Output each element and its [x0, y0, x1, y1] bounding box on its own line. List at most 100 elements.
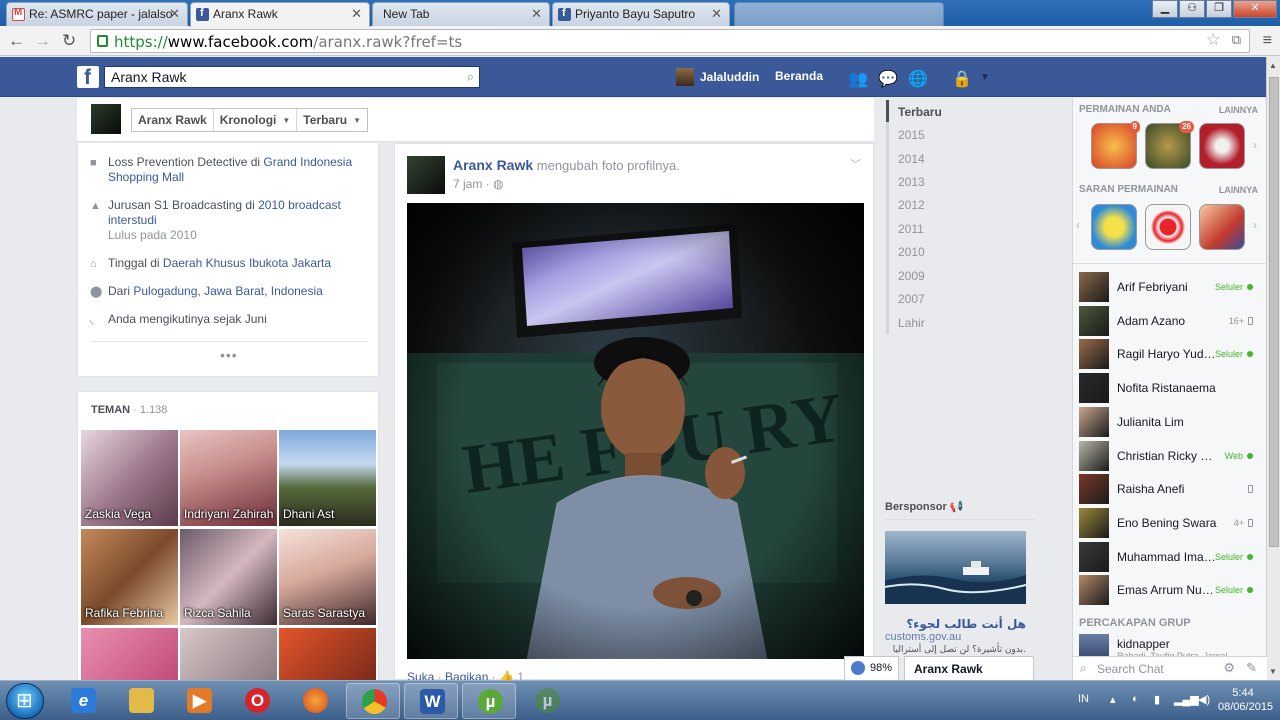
utorrent-icon[interactable]: µ — [462, 683, 516, 719]
tab-gmail[interactable]: Re: ASMRC paper - jalalso ✕ — [6, 2, 188, 26]
battery-icon[interactable]: ▮ — [1154, 693, 1160, 706]
year-item[interactable]: 2012 — [898, 198, 925, 212]
friend-tile[interactable]: Zaskia Vega — [81, 430, 178, 526]
clock[interactable]: 5:44 08/06/2015 — [1218, 686, 1273, 714]
games-more-link[interactable]: LAINNYA — [1219, 105, 1258, 115]
close-icon[interactable]: ✕ — [531, 6, 542, 22]
suggest-more-link[interactable]: LAINNYA — [1219, 185, 1258, 195]
friend-tile[interactable]: Saras Sarastya — [279, 529, 376, 625]
facebook-logo-icon[interactable] — [77, 66, 99, 90]
word-icon[interactable]: W — [404, 683, 458, 719]
gear-icon[interactable]: ⚙ — [1223, 660, 1235, 676]
close-icon[interactable]: ✕ — [169, 6, 180, 22]
poker-pro-icon[interactable] — [1199, 204, 1245, 250]
chat-contact[interactable]: Arif Febriyani Seluler — [1079, 272, 1259, 302]
user-profile-link[interactable]: Jalaluddin — [676, 68, 759, 86]
ad-image[interactable] — [885, 531, 1026, 604]
year-item[interactable]: Terbaru — [898, 105, 942, 119]
minimize-button[interactable]: ▁ — [1152, 0, 1178, 18]
utorrent-icon-2[interactable]: µ — [520, 683, 574, 719]
year-item[interactable]: 2015 — [898, 128, 925, 142]
tray-app-icon[interactable]: ◐ — [1132, 693, 1139, 705]
strategy-game-icon[interactable]: 26 — [1145, 121, 1194, 169]
poker-game-icon[interactable] — [1199, 123, 1245, 169]
media-player-icon[interactable]: ▶ — [172, 683, 226, 719]
crumb-profile[interactable]: Aranx Rawk — [132, 109, 214, 131]
chat-contact[interactable]: Adam Azano 16+ — [1079, 305, 1259, 336]
opera-icon[interactable]: O — [230, 683, 284, 719]
ad-domain[interactable]: customs.gov.au — [885, 631, 961, 643]
group-chat-item[interactable]: kidnapper Rahadi, Taufiq Putra, Jamal — [1079, 634, 1259, 661]
friend-tile[interactable]: Indriyani Zahirah — [180, 430, 277, 526]
chevron-left-icon[interactable]: ‹ — [1076, 218, 1080, 232]
year-item[interactable]: 2011 — [898, 222, 924, 236]
target-game-icon[interactable] — [1145, 204, 1191, 250]
friend-tile[interactable] — [81, 628, 178, 682]
notifications-globe-icon[interactable]: 🌐 — [908, 69, 928, 89]
chat-contact[interactable]: Julianita Lim — [1079, 406, 1259, 437]
start-button[interactable] — [6, 683, 44, 719]
tray-arrow-icon[interactable]: ▴ — [1110, 693, 1116, 706]
scroll-down-icon[interactable]: ▼ — [1269, 667, 1277, 676]
post-photo[interactable]: HE FOU RY — [407, 203, 864, 659]
chevron-down-icon[interactable]: ▼ — [980, 72, 990, 83]
messages-icon[interactable]: 💬 — [878, 69, 898, 89]
tab-facebook-active[interactable]: Aranx Rawk ✕ — [190, 2, 370, 27]
chrome-icon[interactable] — [346, 683, 400, 719]
chevron-down-icon[interactable]: ﹀ — [850, 156, 861, 172]
restore-button[interactable]: ❐ — [1206, 0, 1232, 18]
chat-contact[interactable]: Emas Arrum Nurani Seluler — [1079, 575, 1259, 606]
page-scrollbar[interactable]: ▲ ▼ — [1266, 57, 1280, 680]
friend-tile[interactable] — [180, 628, 277, 682]
year-item[interactable]: Lahir — [898, 316, 925, 330]
monster-game-icon[interactable] — [1091, 204, 1137, 250]
ie-icon[interactable]: e — [56, 683, 110, 719]
star-icon[interactable]: ☆ — [1206, 30, 1221, 50]
chat-contact[interactable]: Nofita Ristanaema — [1079, 373, 1259, 404]
zoom-indicator[interactable]: 98% — [844, 656, 899, 680]
privacy-icon[interactable]: 🔒 — [952, 69, 972, 89]
candy-crush-icon[interactable]: 9 — [1091, 121, 1140, 169]
extension-icon[interactable]: ⧉ — [1232, 33, 1241, 48]
reload-icon[interactable]: ↻ — [62, 31, 76, 51]
friend-requests-icon[interactable]: 👥 — [848, 69, 868, 89]
search-icon[interactable]: ⌕ — [467, 69, 474, 85]
firefox-icon[interactable] — [288, 683, 342, 719]
close-icon[interactable]: ✕ — [351, 6, 362, 22]
friend-tile[interactable] — [279, 628, 376, 682]
explorer-icon[interactable] — [114, 683, 168, 719]
year-item[interactable]: 2013 — [898, 175, 925, 189]
crumb-timeline[interactable]: Kronologi ▼ — [213, 109, 298, 131]
scroll-up-icon[interactable]: ▲ — [1269, 61, 1277, 70]
language-indicator[interactable]: IN — [1078, 693, 1089, 705]
menu-icon[interactable]: ≡ — [1263, 32, 1272, 50]
chat-contact[interactable]: Eno Bening Swara 4+ — [1079, 507, 1259, 538]
new-message-icon[interactable]: ✎ — [1246, 660, 1257, 676]
volume-icon[interactable]: ◀) — [1198, 693, 1210, 706]
chat-contact[interactable]: Raisha Anefi — [1079, 474, 1259, 505]
chevron-right-icon[interactable]: › — [1253, 138, 1257, 152]
year-item[interactable]: 2010 — [898, 245, 925, 259]
chat-contact[interactable]: Ragil Haryo YudhantoSeluler — [1079, 339, 1259, 370]
close-window-button[interactable]: ✕ — [1233, 0, 1277, 18]
year-item[interactable]: 2009 — [898, 269, 925, 283]
profile-thumbnail[interactable] — [91, 104, 121, 134]
author-avatar[interactable] — [407, 156, 445, 194]
close-icon[interactable]: ✕ — [711, 6, 722, 22]
friend-tile[interactable]: Rafika Febrina — [81, 529, 178, 625]
hometown-link[interactable]: Pulogadung, Jawa Barat, Indonesia — [133, 284, 322, 298]
chat-search-input[interactable]: ⌕ Search Chat ⚙ ✎ — [1073, 656, 1267, 680]
tab-new-tab[interactable]: New Tab ✕ — [372, 2, 550, 26]
chat-tab[interactable]: Aranx Rawk — [904, 656, 1034, 680]
back-icon[interactable]: ← — [8, 31, 25, 51]
friends-title[interactable]: TEMAN · 1.138 — [91, 404, 167, 416]
forward-icon[interactable]: → — [34, 31, 51, 51]
year-item[interactable]: 2014 — [898, 152, 925, 166]
chat-contact[interactable]: Muhammad ImaduddinSeluler — [1079, 541, 1259, 572]
search-input[interactable]: Aranx Rawk ⌕ — [104, 66, 480, 88]
network-signal-icon[interactable]: ▂▄▆ — [1174, 693, 1199, 706]
more-icon[interactable]: ••• — [220, 347, 238, 363]
friend-tile[interactable]: Rizca Sahila — [180, 529, 277, 625]
home-link[interactable]: Beranda — [775, 69, 823, 83]
scrollbar-thumb[interactable] — [1269, 77, 1279, 547]
